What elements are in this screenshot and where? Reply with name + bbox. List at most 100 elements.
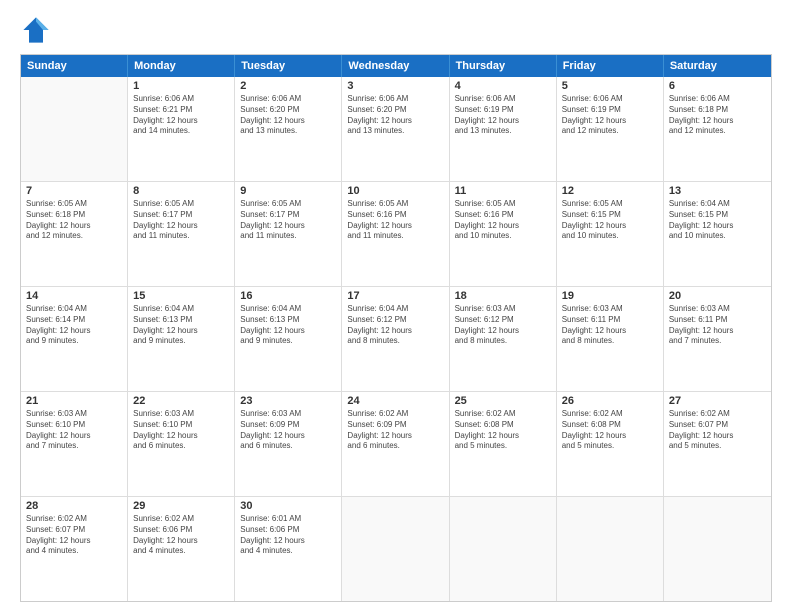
cell-info-line: and 13 minutes. [240,126,336,137]
calendar-cell [21,77,128,181]
calendar-cell: 25Sunrise: 6:02 AMSunset: 6:08 PMDayligh… [450,392,557,496]
cell-info-line: Sunset: 6:06 PM [240,525,336,536]
cell-info-line: Sunset: 6:17 PM [240,210,336,221]
cell-info-line: Sunset: 6:06 PM [133,525,229,536]
calendar-row-4: 21Sunrise: 6:03 AMSunset: 6:10 PMDayligh… [21,392,771,497]
day-number: 12 [562,185,658,197]
cell-info-line: Daylight: 12 hours [669,116,766,127]
cell-info-line: Sunrise: 6:05 AM [562,199,658,210]
day-number: 24 [347,395,443,407]
calendar-cell: 23Sunrise: 6:03 AMSunset: 6:09 PMDayligh… [235,392,342,496]
calendar-row-1: 1Sunrise: 6:06 AMSunset: 6:21 PMDaylight… [21,77,771,182]
cell-info-line: Daylight: 12 hours [669,431,766,442]
cell-info-line: and 7 minutes. [26,441,122,452]
calendar-cell: 12Sunrise: 6:05 AMSunset: 6:15 PMDayligh… [557,182,664,286]
cell-info-line: Sunset: 6:19 PM [455,105,551,116]
cell-info-line: Daylight: 12 hours [133,326,229,337]
calendar-cell: 29Sunrise: 6:02 AMSunset: 6:06 PMDayligh… [128,497,235,601]
calendar-cell: 14Sunrise: 6:04 AMSunset: 6:14 PMDayligh… [21,287,128,391]
cell-info-line: Sunset: 6:12 PM [455,315,551,326]
day-number: 2 [240,80,336,92]
cell-info-line: Daylight: 12 hours [347,326,443,337]
cell-info-line: Sunrise: 6:05 AM [133,199,229,210]
day-number: 19 [562,290,658,302]
cell-info-line: Sunrise: 6:06 AM [347,94,443,105]
cell-info-line: Daylight: 12 hours [562,116,658,127]
cell-info-line: Sunset: 6:08 PM [455,420,551,431]
day-number: 8 [133,185,229,197]
calendar-cell: 2Sunrise: 6:06 AMSunset: 6:20 PMDaylight… [235,77,342,181]
cell-info-line: Sunrise: 6:06 AM [133,94,229,105]
cell-info-line: Sunset: 6:12 PM [347,315,443,326]
calendar-cell: 7Sunrise: 6:05 AMSunset: 6:18 PMDaylight… [21,182,128,286]
calendar-cell: 13Sunrise: 6:04 AMSunset: 6:15 PMDayligh… [664,182,771,286]
day-number: 13 [669,185,766,197]
cell-info-line: and 6 minutes. [133,441,229,452]
cell-info-line: Sunrise: 6:03 AM [562,304,658,315]
cell-info-line: Daylight: 12 hours [26,326,122,337]
cell-info-line: Sunrise: 6:03 AM [133,409,229,420]
cell-info-line: Sunset: 6:14 PM [26,315,122,326]
day-number: 1 [133,80,229,92]
cell-info-line: and 13 minutes. [455,126,551,137]
calendar-header: SundayMondayTuesdayWednesdayThursdayFrid… [21,55,771,77]
cell-info-line: Sunset: 6:17 PM [133,210,229,221]
cell-info-line: Daylight: 12 hours [455,431,551,442]
cell-info-line: and 6 minutes. [347,441,443,452]
cell-info-line: and 4 minutes. [26,546,122,557]
calendar-cell: 6Sunrise: 6:06 AMSunset: 6:18 PMDaylight… [664,77,771,181]
cell-info-line: Daylight: 12 hours [347,431,443,442]
cell-info-line: Daylight: 12 hours [455,326,551,337]
cell-info-line: and 12 minutes. [26,231,122,242]
day-number: 22 [133,395,229,407]
cell-info-line: and 9 minutes. [133,336,229,347]
cell-info-line: Daylight: 12 hours [562,326,658,337]
cell-info-line: and 13 minutes. [347,126,443,137]
header-day-thursday: Thursday [450,55,557,77]
cell-info-line: Daylight: 12 hours [240,221,336,232]
page: SundayMondayTuesdayWednesdayThursdayFrid… [0,0,792,612]
day-number: 9 [240,185,336,197]
cell-info-line: Sunset: 6:19 PM [562,105,658,116]
calendar-cell: 22 Sunrise: 6:03 AMSunset: 6:10 PMDayligh… [128,392,235,496]
header-day-tuesday: Tuesday [235,55,342,77]
cell-info-line: Daylight: 12 hours [240,326,336,337]
cell-info-line: Sunrise: 6:02 AM [347,409,443,420]
logo-icon [22,16,50,44]
calendar-cell: 17Sunrise: 6:04 AMSunset: 6:12 PMDayligh… [342,287,449,391]
cell-info-line: and 5 minutes. [455,441,551,452]
cell-info-line: Sunset: 6:13 PM [133,315,229,326]
day-number: 23 [240,395,336,407]
cell-info-line: Sunrise: 6:06 AM [669,94,766,105]
cell-info-line: and 4 minutes. [240,546,336,557]
cell-info-line: Sunset: 6:10 PM [133,420,229,431]
cell-info-line: Sunrise: 6:03 AM [26,409,122,420]
cell-info-line: Sunset: 6:09 PM [347,420,443,431]
cell-info-line: and 10 minutes. [669,231,766,242]
cell-info-line: and 5 minutes. [562,441,658,452]
cell-info-line: Sunrise: 6:02 AM [669,409,766,420]
day-number: 21 [26,395,122,407]
day-number: 29 [133,500,229,512]
cell-info-line: Sunrise: 6:05 AM [26,199,122,210]
cell-info-line: and 8 minutes. [562,336,658,347]
day-number: 6 [669,80,766,92]
calendar-cell: 4Sunrise: 6:06 AMSunset: 6:19 PMDaylight… [450,77,557,181]
calendar-cell: 30Sunrise: 6:01 AMSunset: 6:06 PMDayligh… [235,497,342,601]
cell-info-line: Sunrise: 6:04 AM [26,304,122,315]
cell-info-line: Sunrise: 6:04 AM [669,199,766,210]
cell-info-line: Daylight: 12 hours [133,431,229,442]
day-number: 26 [562,395,658,407]
cell-info-line: Sunset: 6:07 PM [669,420,766,431]
cell-info-line: Daylight: 12 hours [26,536,122,547]
calendar-cell: 11Sunrise: 6:05 AMSunset: 6:16 PMDayligh… [450,182,557,286]
calendar-cell [557,497,664,601]
calendar-cell: 15Sunrise: 6:04 AMSunset: 6:13 PMDayligh… [128,287,235,391]
header-day-saturday: Saturday [664,55,771,77]
cell-info-line: Sunset: 6:11 PM [669,315,766,326]
cell-info-line: Daylight: 12 hours [562,221,658,232]
cell-info-line: Sunset: 6:11 PM [562,315,658,326]
calendar-body: 1Sunrise: 6:06 AMSunset: 6:21 PMDaylight… [21,77,771,601]
cell-info-line: Sunset: 6:20 PM [240,105,336,116]
calendar-cell [342,497,449,601]
